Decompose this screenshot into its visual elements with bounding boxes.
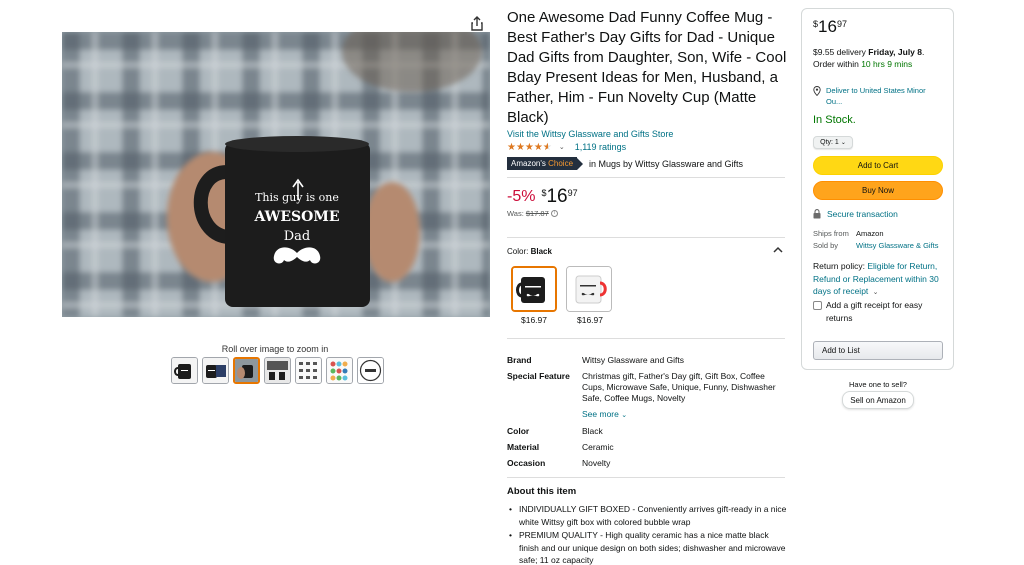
variant-price: $16.97 bbox=[521, 315, 547, 325]
delivery-prefix: $9.55 delivery bbox=[813, 47, 866, 57]
star-rating-icon[interactable]: ★★★★★ ★ bbox=[507, 142, 552, 153]
price-whole: 16 bbox=[818, 17, 837, 36]
info-icon[interactable]: i bbox=[550, 210, 558, 217]
badge-category: in Mugs by Wittsy Glassware and Gifts bbox=[589, 158, 744, 169]
spec-value-occasion: Novelty bbox=[582, 458, 611, 468]
badge-left-text: Amazon's bbox=[511, 159, 546, 168]
chevron-down-icon: ⌄ bbox=[840, 140, 846, 146]
return-policy: Return policy: Eligible for Return, Refu… bbox=[813, 260, 948, 300]
add-to-list-button[interactable]: Add to List bbox=[813, 341, 943, 360]
gift-receipt-label: Add a gift receipt for easy returns bbox=[826, 300, 923, 323]
spec-value-color: Black bbox=[582, 426, 603, 436]
divider bbox=[507, 338, 785, 339]
divider bbox=[507, 177, 785, 178]
price-fraction: 97 bbox=[567, 188, 578, 198]
quantity-select[interactable]: Qty: 1 ⌄ bbox=[813, 136, 853, 149]
price-symbol: $ bbox=[541, 188, 547, 198]
sell-question: Have one to sell? bbox=[849, 380, 907, 389]
delivery-date: Friday, July 8 bbox=[868, 47, 922, 57]
mug-text-line3: Dad bbox=[283, 229, 311, 244]
sell-on-amazon-button[interactable]: Sell on Amazon bbox=[842, 391, 914, 409]
return-policy-label: Return policy: bbox=[813, 261, 865, 271]
zoom-hint: Roll over image to zoom in bbox=[221, 344, 329, 354]
badge-right-text: Choice bbox=[548, 159, 574, 168]
about-bullet: INDIVIDUALLY GIFT BOXED - Conveniently a… bbox=[507, 503, 787, 528]
rating-row: ★★★★★ ★ ⌄ 1,119 ratings bbox=[507, 141, 626, 153]
mug-text-line2: AWESOME bbox=[254, 209, 340, 225]
delivery-info: $9.55 delivery Friday, July 8. Order wit… bbox=[813, 47, 925, 69]
share-icon[interactable] bbox=[467, 14, 487, 34]
chevron-up-icon[interactable] bbox=[773, 246, 783, 256]
spec-label-occasion: Occasion bbox=[507, 458, 546, 468]
sold-by-link[interactable]: Wittsy Glassware & Gifts bbox=[856, 241, 939, 250]
chevron-down-icon: ⌄ bbox=[621, 412, 628, 419]
location-pin-icon bbox=[813, 86, 821, 96]
see-more-link[interactable]: See more ⌄ bbox=[582, 409, 627, 419]
buy-now-button[interactable]: Buy Now bbox=[813, 181, 943, 200]
was-label: Was: bbox=[507, 209, 524, 218]
order-within-prefix: Order within bbox=[813, 59, 859, 69]
quantity-value: Qty: 1 bbox=[820, 139, 839, 146]
variant-price: $16.97 bbox=[577, 315, 603, 325]
about-bullet: PREMIUM QUALITY - High quality ceramic h… bbox=[507, 529, 787, 565]
thumbnail-selected[interactable] bbox=[233, 357, 260, 384]
thumbnail-strip bbox=[171, 357, 384, 384]
color-label: Color: bbox=[507, 247, 529, 256]
amazons-choice-row: Amazon's Choice in Mugs by Wittsy Glassw… bbox=[507, 157, 743, 170]
divider bbox=[507, 477, 785, 478]
divider bbox=[507, 237, 785, 238]
deliver-to-link[interactable]: Deliver to United States Minor Ou... bbox=[813, 85, 943, 107]
lock-icon bbox=[813, 209, 821, 219]
add-to-cart-button[interactable]: Add to Cart bbox=[813, 156, 943, 175]
thumbnail[interactable] bbox=[357, 357, 384, 384]
buybox-price: $ 16 97 bbox=[813, 17, 847, 37]
price-symbol: $ bbox=[813, 19, 819, 29]
checkbox-icon[interactable] bbox=[813, 301, 822, 310]
thumbnail[interactable] bbox=[295, 357, 322, 384]
secure-transaction-text: Secure transaction bbox=[827, 209, 898, 219]
deliver-to-text: Deliver to United States Minor Ou... bbox=[826, 86, 926, 106]
color-variant-black[interactable] bbox=[511, 266, 557, 312]
stock-status: In Stock. bbox=[813, 114, 856, 126]
spec-label-material: Material bbox=[507, 442, 540, 452]
chevron-down-icon[interactable]: ⌄ bbox=[559, 143, 565, 151]
was-price-row: Was: $17.87 i bbox=[507, 209, 558, 218]
was-price: $17.87 bbox=[525, 209, 549, 218]
chevron-down-icon[interactable]: ⌄ bbox=[871, 289, 879, 296]
color-variant-white[interactable] bbox=[566, 266, 612, 312]
about-list: INDIVIDUALLY GIFT BOXED - Conveniently a… bbox=[507, 503, 787, 565]
price-whole: 16 bbox=[546, 186, 568, 207]
badge-tail bbox=[577, 157, 584, 170]
secure-transaction-link[interactable]: Secure transaction bbox=[813, 209, 898, 219]
ships-from-value: Amazon bbox=[856, 229, 884, 238]
thumbnail[interactable] bbox=[264, 357, 291, 384]
price-fraction: 97 bbox=[836, 19, 847, 29]
spec-label-color: Color bbox=[507, 426, 530, 436]
spec-value-special-feature: Christmas gift, Father's Day gift, Gift … bbox=[582, 371, 776, 403]
ships-from-label: Ships from bbox=[813, 229, 849, 238]
spec-label-special-feature: Special Feature bbox=[507, 371, 570, 381]
ratings-count-link[interactable]: 1,119 ratings bbox=[575, 142, 626, 152]
amazons-choice-badge: Amazon's Choice bbox=[507, 157, 578, 170]
price-row: -5% $ 16 97 bbox=[507, 186, 578, 208]
about-title: About this item bbox=[507, 486, 577, 497]
thumbnail[interactable] bbox=[326, 357, 353, 384]
see-more-label: See more bbox=[582, 409, 619, 419]
order-within-time: 10 hrs 9 mins bbox=[861, 59, 913, 69]
thumbnail[interactable] bbox=[171, 357, 198, 384]
store-link[interactable]: Visit the Wittsy Glassware and Gifts Sto… bbox=[507, 129, 673, 139]
spec-value-material: Ceramic bbox=[582, 442, 614, 452]
color-selector-label: Color: Black bbox=[507, 247, 552, 256]
spec-label-brand: Brand bbox=[507, 355, 532, 365]
discount-percent: -5% bbox=[507, 188, 536, 205]
color-value: Black bbox=[530, 247, 552, 256]
main-product-image[interactable]: This guy is one AWESOME Dad bbox=[62, 32, 490, 317]
mug-text-line1: This guy is one bbox=[255, 191, 339, 204]
thumbnail[interactable] bbox=[202, 357, 229, 384]
gift-receipt-option[interactable]: Add a gift receipt for easy returns bbox=[813, 299, 943, 324]
spec-value-brand: Wittsy Glassware and Gifts bbox=[582, 355, 685, 365]
product-title: One Awesome Dad Funny Coffee Mug - Best … bbox=[507, 9, 787, 126]
sold-by-label: Sold by bbox=[813, 241, 839, 250]
